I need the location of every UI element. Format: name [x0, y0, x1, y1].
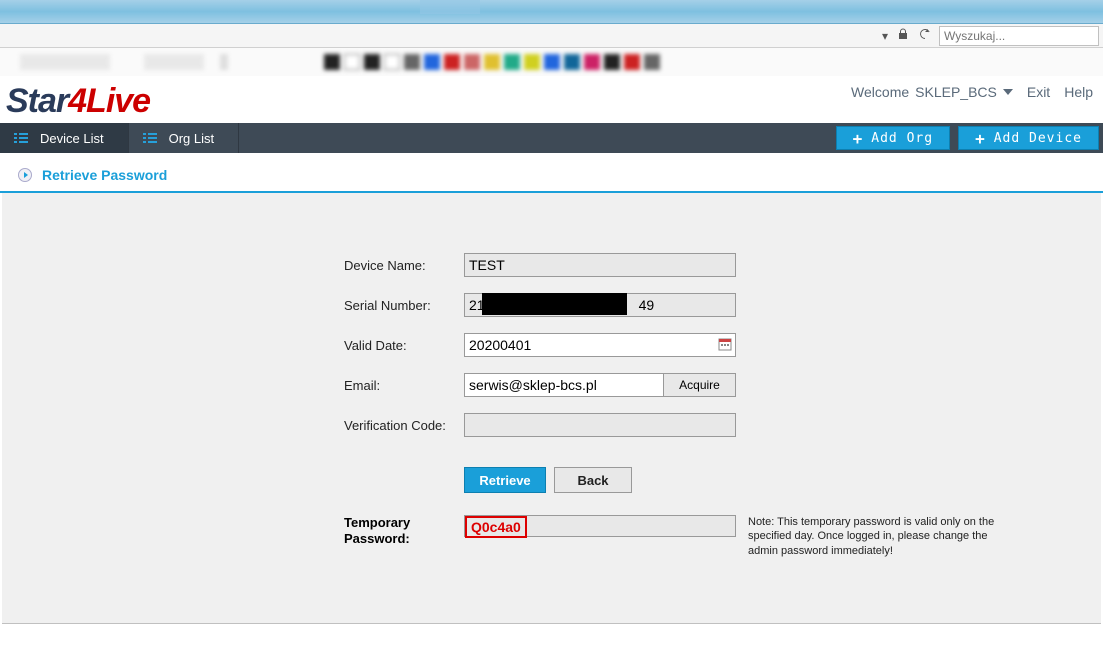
- plus-icon: +: [975, 129, 986, 148]
- help-link[interactable]: Help: [1064, 84, 1093, 100]
- row-verification-code: Verification Code:: [2, 413, 1101, 437]
- user-menu[interactable]: Welcome SKLEP_BCS: [851, 84, 1013, 100]
- bookmarks-bar: [0, 48, 1103, 76]
- device-name-field: [464, 253, 736, 277]
- row-email: Email: Acquire: [2, 373, 1101, 397]
- temporary-password-value: Q0c4a0: [465, 516, 527, 538]
- acquire-button[interactable]: Acquire: [664, 373, 736, 397]
- label-serial-number: Serial Number:: [344, 298, 464, 313]
- logo-text-star: Star: [6, 82, 68, 120]
- list-icon: [143, 133, 157, 143]
- titlebar-accent: [420, 0, 480, 14]
- row-valid-date: Valid Date:: [2, 333, 1101, 357]
- add-device-label: Add Device: [994, 131, 1082, 146]
- temporary-password-note: Note: This temporary password is valid o…: [748, 515, 1018, 558]
- label-email: Email:: [344, 378, 464, 393]
- tab-device-list[interactable]: Device List: [0, 123, 129, 153]
- logo: Star4Live: [6, 82, 150, 121]
- calendar-icon[interactable]: [718, 337, 732, 351]
- tab-org-list[interactable]: Org List: [129, 123, 240, 153]
- button-row: Retrieve Back: [464, 467, 1101, 493]
- valid-date-field[interactable]: [464, 333, 736, 357]
- play-icon: [18, 168, 32, 182]
- logo-text-4live: 4Live: [68, 82, 150, 120]
- list-icon: [14, 133, 28, 143]
- header-user-area: Welcome SKLEP_BCS Exit Help: [851, 82, 1093, 100]
- row-serial-number: Serial Number:: [2, 293, 1101, 317]
- serial-redacted: [482, 293, 627, 315]
- label-verification-code: Verification Code:: [344, 418, 464, 433]
- content-area: Device Name: Serial Number: Valid Date: …: [2, 193, 1101, 623]
- label-temporary-password: Temporary Password:: [344, 515, 464, 546]
- exit-link[interactable]: Exit: [1027, 84, 1050, 100]
- refresh-icon[interactable]: [917, 28, 933, 43]
- chevron-down-icon: [1003, 89, 1013, 95]
- tab-device-list-label: Device List: [40, 131, 104, 146]
- browser-titlebar: [0, 0, 1103, 24]
- browser-search[interactable]: [939, 26, 1099, 46]
- temporary-password-box: Q0c4a0: [464, 515, 736, 537]
- add-org-button[interactable]: + Add Org: [836, 126, 950, 150]
- page-title: Retrieve Password: [42, 167, 167, 183]
- browser-search-input[interactable]: [940, 29, 1098, 43]
- browser-toolbar: ▾: [0, 24, 1103, 48]
- username: SKLEP_BCS: [915, 84, 997, 100]
- add-device-button[interactable]: + Add Device: [958, 126, 1099, 150]
- lock-icon[interactable]: [896, 28, 911, 43]
- tab-org-list-label: Org List: [169, 131, 215, 146]
- app-header: Star4Live Welcome SKLEP_BCS Exit Help: [0, 76, 1103, 123]
- content-bottom-border: [2, 623, 1101, 624]
- plus-icon: +: [853, 129, 864, 148]
- welcome-text: Welcome: [851, 84, 909, 100]
- retrieve-button[interactable]: Retrieve: [464, 467, 546, 493]
- label-valid-date: Valid Date:: [344, 338, 464, 353]
- add-org-label: Add Org: [871, 131, 933, 146]
- label-device-name: Device Name:: [344, 258, 464, 273]
- row-device-name: Device Name:: [2, 253, 1101, 277]
- back-button[interactable]: Back: [554, 467, 632, 493]
- dropdown-indicator-icon[interactable]: ▾: [880, 29, 890, 43]
- email-field[interactable]: [464, 373, 664, 397]
- page-title-bar: Retrieve Password: [0, 153, 1103, 193]
- row-temporary-password: Temporary Password: Q0c4a0 Note: This te…: [2, 515, 1101, 558]
- nav-bar: Device List Org List + Add Org + Add Dev…: [0, 123, 1103, 153]
- verification-code-field[interactable]: [464, 413, 736, 437]
